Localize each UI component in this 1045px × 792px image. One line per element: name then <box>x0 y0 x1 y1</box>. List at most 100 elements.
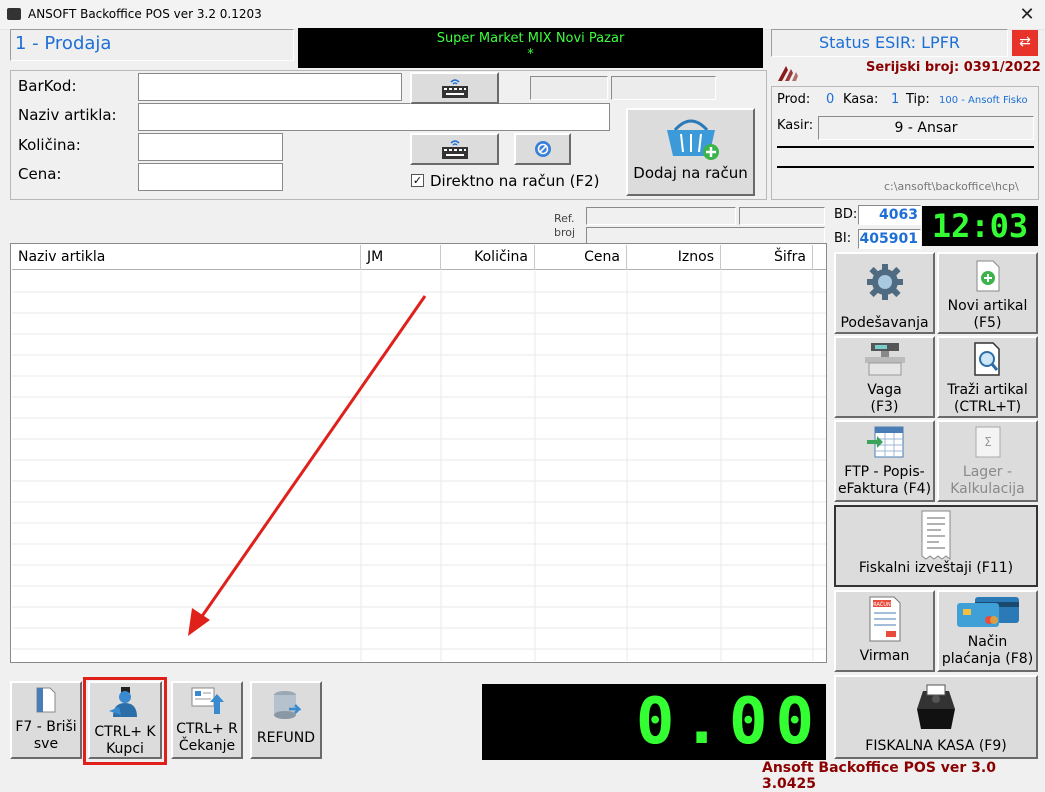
status-esir: Status ESIR: LPFR <box>771 29 1008 57</box>
fiskalna-kasa-label: FISKALNA KASA (F9) <box>865 738 1007 754</box>
naziv-input[interactable] <box>138 103 610 131</box>
cena-label: Cena: <box>18 165 62 183</box>
ref-field-2 <box>739 207 825 225</box>
spreadsheet-import-icon <box>866 426 903 458</box>
receipt-icon <box>921 510 951 560</box>
nacin-label-2: plaćanja (F8) <box>941 651 1034 667</box>
close-icon[interactable]: ✕ <box>1012 2 1042 28</box>
tip-label: Tip: <box>906 92 930 107</box>
barkod-input[interactable] <box>138 73 402 101</box>
fiskalni-izvestaji-button[interactable]: Fiskalni izveštaji (F11) <box>834 505 1038 587</box>
hold-receipt-icon <box>191 687 224 714</box>
kupci-label-2: Kupci <box>106 741 144 757</box>
ref-field-1 <box>586 207 736 225</box>
table-header: Naziv artikla JM Količina Cena Iznos Šif… <box>12 245 826 270</box>
kasir-label: Kasir: <box>777 118 814 133</box>
fiskalna-kasa-button[interactable]: FISKALNA KASA (F9) <box>834 675 1038 759</box>
fiskalni-label: Fiskalni izveštaji (F11) <box>858 560 1014 576</box>
ftp-label-2: eFaktura (F4) <box>837 481 932 497</box>
lager-label-2: Kalkulacija <box>950 481 1025 497</box>
cekanje-label-2: Čekanje <box>178 738 236 754</box>
vaga-label: Vaga <box>867 382 902 398</box>
vaga-button[interactable]: Vaga (F3) <box>834 336 935 418</box>
podesavanja-button[interactable]: Podešavanja <box>834 252 935 334</box>
document-icon <box>36 687 56 713</box>
divider-2 <box>777 166 1034 168</box>
install-path: c:\ansoft\backoffice\hcp\ <box>884 180 1019 193</box>
col-sifra[interactable]: Šifra <box>721 245 813 270</box>
nacin-label-1: Način <box>967 634 1008 650</box>
app-icon <box>7 8 21 20</box>
kasir-value: 9 - Ansar <box>818 116 1034 140</box>
prod-label: Prod: <box>777 92 811 107</box>
calculation-icon: Σ <box>975 426 1000 458</box>
direktno-label: Direktno na račun (F2) <box>430 172 600 190</box>
bi-label: BI: <box>834 231 852 246</box>
cekanje-label-1: CTRL+ R <box>176 721 238 737</box>
footer-version: Ansoft Backoffice POS ver 3.0 3.0425 <box>762 760 996 792</box>
nacin-placanja-button[interactable]: Način plaćanja (F8) <box>937 590 1038 672</box>
col-naziv[interactable]: Naziv artikla <box>12 245 361 270</box>
cancel-quantity-button[interactable] <box>514 133 571 165</box>
refund-button[interactable]: REFUND <box>250 681 322 759</box>
novi-artikal-button[interactable]: Novi artikal (F5) <box>937 252 1038 334</box>
cena-input[interactable] <box>138 163 283 191</box>
market-name: Super Market MIX Novi Pazar <box>436 31 625 46</box>
kasa-value: 1 <box>891 92 900 107</box>
kolicina-input[interactable] <box>138 133 283 161</box>
dodaj-na-racun-button[interactable]: Dodaj na račun <box>626 108 755 196</box>
no-icon <box>534 141 551 157</box>
scale-icon <box>864 343 905 376</box>
bd-label: BD: <box>834 207 858 222</box>
keyboard-icon <box>441 79 468 98</box>
racun-tag: RAČUN <box>873 601 891 608</box>
keyboard-button-1[interactable] <box>410 72 499 104</box>
col-cena[interactable]: Cena <box>535 245 627 270</box>
kupci-button[interactable]: CTRL+ K Kupci <box>88 681 162 759</box>
podesavanja-label: Podešavanja <box>840 315 929 331</box>
cekanje-button[interactable]: CTRL+ R Čekanje <box>171 681 243 759</box>
vaga-key: (F3) <box>870 399 899 415</box>
naziv-label: Naziv artikla: <box>18 106 117 124</box>
annotation-arrow <box>188 295 427 636</box>
fiscal-printer-icon <box>917 684 955 729</box>
ftp-label-1: FTP - Popis- <box>844 464 925 480</box>
divider-1 <box>777 146 1034 148</box>
virman-label: Virman <box>859 648 910 664</box>
refund-label: REFUND <box>256 730 316 746</box>
svg-text:Σ: Σ <box>984 435 992 449</box>
novi-artikal-label: Novi artikal <box>947 298 1028 314</box>
col-kolicina[interactable]: Količina <box>441 245 535 270</box>
brisi-label-1: F7 - Briši <box>15 719 77 735</box>
credit-cards-icon <box>956 597 1019 627</box>
title-bar: ANSOFT Backoffice POS ver 3.2 0.1203 ✕ <box>0 0 1045 30</box>
lager-label-1: Lager - <box>962 464 1013 480</box>
col-jm[interactable]: JM <box>361 245 441 270</box>
ref-label: Ref. <box>554 212 575 225</box>
exit-icon[interactable]: ⇄ <box>1012 30 1038 56</box>
kasa-label: Kasa: <box>843 92 879 107</box>
brisi-label-2: sve <box>33 736 59 752</box>
trazi-key: (CTRL+T) <box>953 399 1022 415</box>
virman-button[interactable]: RAČUN Virman <box>834 590 935 672</box>
keyboard-button-2[interactable] <box>410 133 499 165</box>
trazi-artikal-button[interactable]: Traži artikal (CTRL+T) <box>937 336 1038 418</box>
direktno-checkbox[interactable]: ✓ <box>411 174 424 187</box>
market-sub: * <box>527 47 534 62</box>
brisi-sve-button[interactable]: F7 - Briši sve <box>10 681 82 759</box>
novi-artikal-key: (F5) <box>973 315 1002 331</box>
kolicina-label: Količina: <box>18 136 81 154</box>
invoice-icon: RAČUN <box>869 596 900 642</box>
aux-field-2 <box>611 76 716 100</box>
tip-value: 100 - Ansoft Fisko <box>939 95 1028 106</box>
barkod-label: BarKod: <box>18 77 77 95</box>
ftp-popis-button[interactable]: FTP - Popis- eFaktura (F4) <box>834 420 935 502</box>
mode-label: 1 - Prodaja <box>10 29 294 61</box>
ansoft-logo-icon <box>778 66 798 81</box>
window-title: ANSOFT Backoffice POS ver 3.2 0.1203 <box>28 7 262 21</box>
broj-label: broj <box>554 226 576 239</box>
prod-value: 0 <box>826 92 835 107</box>
customer-icon <box>109 687 137 717</box>
aux-field-1 <box>530 76 608 100</box>
col-iznos[interactable]: Iznos <box>627 245 721 270</box>
